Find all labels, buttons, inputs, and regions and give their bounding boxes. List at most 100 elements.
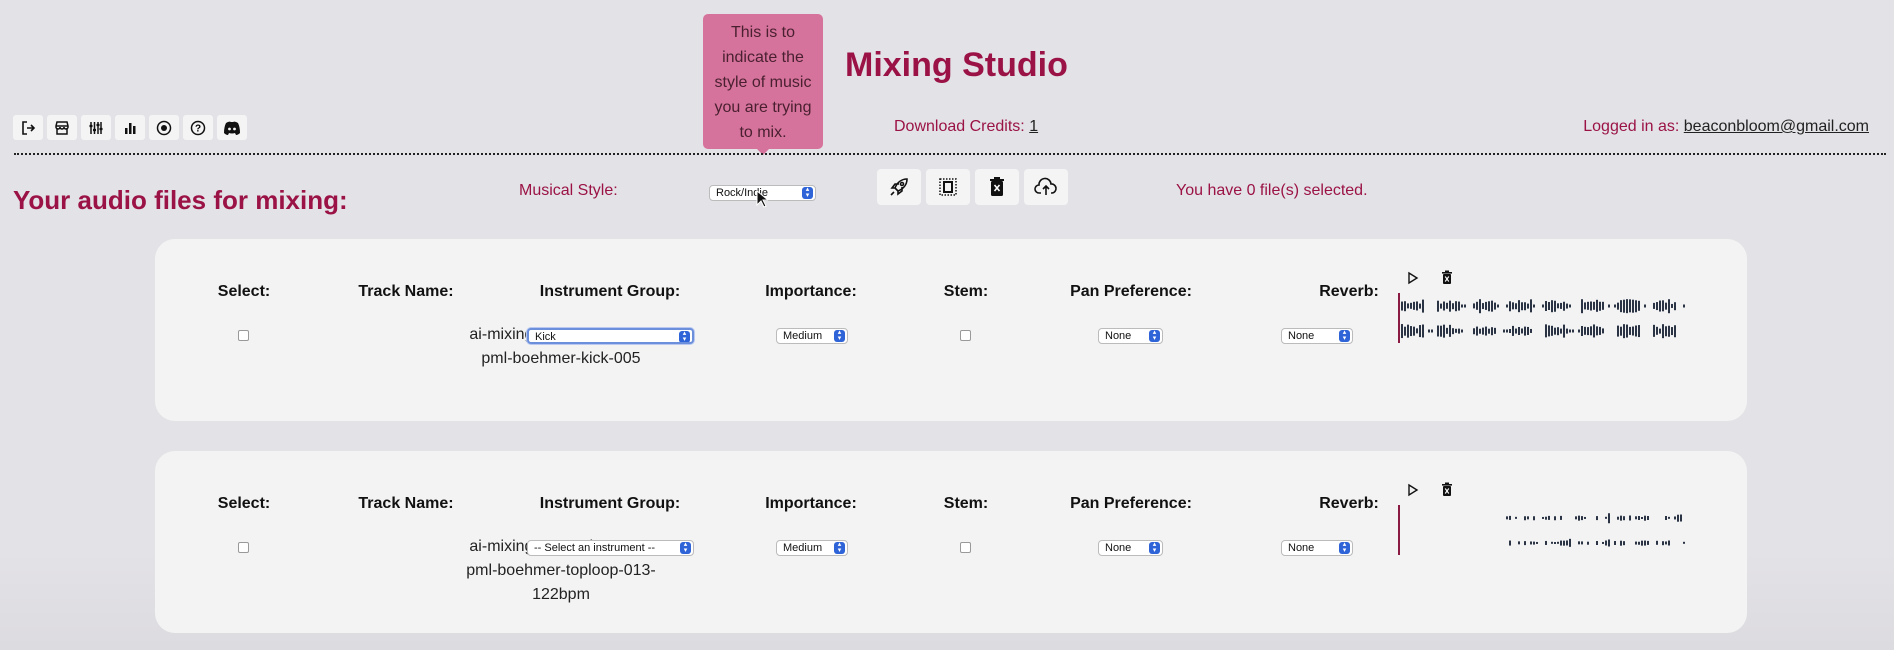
chart-icon[interactable] — [115, 115, 145, 140]
waveform-bar — [1656, 326, 1658, 336]
waveform-bar — [1584, 302, 1586, 310]
upload-cloud-icon[interactable] — [1024, 169, 1068, 205]
select-arrows-icon: ▴ ▾ — [1339, 541, 1350, 554]
waveform-bar — [1602, 328, 1604, 334]
waveform-bar — [1626, 324, 1628, 338]
waveform-bar — [1608, 539, 1610, 547]
waveform-bar — [1404, 326, 1406, 336]
waveform-bar — [1674, 325, 1676, 337]
importance-value: Medium — [783, 330, 823, 342]
pan-preference-header: Pan Preference: — [1070, 283, 1192, 300]
waveform-bar — [1509, 515, 1511, 521]
waveform-bar — [1638, 300, 1640, 312]
waveform-bar — [1662, 541, 1664, 545]
waveform-bar — [1509, 301, 1511, 311]
waveform-bar — [1641, 540, 1643, 546]
waveform-bar — [1563, 324, 1565, 338]
select-arrows-icon: ▴ ▾ — [834, 329, 845, 342]
waveform-bar — [1593, 324, 1595, 338]
select-checkbox[interactable] — [238, 330, 249, 341]
waveform-bar — [1566, 540, 1568, 546]
importance-select[interactable]: Medium ▴ ▾ — [776, 328, 848, 344]
user-email-link[interactable]: beaconbloom@gmail.com — [1684, 118, 1869, 135]
select-checkbox[interactable] — [238, 542, 249, 553]
reverb-select[interactable]: None ▴ ▾ — [1281, 540, 1353, 556]
waveform-channel-right — [1401, 324, 1691, 338]
waveform-bar — [1446, 327, 1448, 335]
waveform-bar — [1548, 515, 1550, 521]
track-name-header: Track Name: — [358, 283, 454, 300]
waveform-bar — [1485, 301, 1487, 311]
select-header: Select: — [217, 283, 271, 300]
stem-checkbox[interactable] — [960, 330, 971, 341]
pan-preference-select[interactable]: None ▴ ▾ — [1098, 540, 1163, 556]
waveform[interactable] — [1398, 277, 1698, 357]
waveform-bar — [1581, 299, 1583, 313]
logged-in-label: Logged in as: — [1583, 118, 1680, 135]
waveform-bar — [1545, 540, 1547, 546]
waveform-bar — [1401, 324, 1403, 338]
waveform-bar — [1665, 516, 1667, 520]
reverb-select[interactable]: None ▴ ▾ — [1281, 328, 1353, 344]
waveform-bar — [1524, 326, 1526, 336]
waveform-bar — [1530, 541, 1532, 545]
waveform-bar — [1569, 304, 1571, 308]
waveform-bar — [1602, 541, 1604, 545]
logout-icon[interactable] — [13, 115, 43, 140]
waveform-bar — [1449, 300, 1451, 312]
waveform-bar — [1473, 303, 1475, 309]
waveform[interactable] — [1398, 489, 1698, 569]
waveform-bar — [1578, 541, 1580, 545]
waveform-bar — [1518, 300, 1520, 312]
waveform-bar — [1599, 326, 1601, 336]
mixer-icon[interactable] — [81, 115, 111, 140]
help-icon[interactable]: ? — [183, 115, 213, 140]
download-credits-link[interactable]: 1 — [1029, 118, 1038, 135]
waveform-bar — [1656, 540, 1658, 546]
waveform-bar — [1638, 516, 1640, 520]
waveform-bar — [1440, 325, 1442, 337]
waveform-bar — [1617, 302, 1619, 310]
waveform-bar — [1416, 301, 1418, 311]
rocket-icon[interactable] — [877, 169, 921, 205]
waveform-bar — [1623, 299, 1625, 313]
waveform-bar — [1665, 326, 1667, 336]
waveform-bar — [1491, 300, 1493, 312]
store-icon[interactable] — [47, 115, 77, 140]
waveform-bar — [1572, 329, 1574, 333]
waveform-bar — [1512, 325, 1514, 337]
svg-text:?: ? — [195, 123, 201, 134]
waveform-bar — [1578, 329, 1580, 333]
waveform-bar — [1596, 326, 1598, 336]
waveform-bar — [1662, 324, 1664, 338]
waveform-bar — [1569, 329, 1571, 333]
waveform-bar — [1596, 299, 1598, 313]
waveform-bar — [1659, 328, 1661, 334]
importance-select[interactable]: Medium ▴ ▾ — [776, 540, 848, 556]
instrument-group-header: Instrument Group: — [539, 283, 681, 300]
waveform-bar — [1413, 301, 1415, 311]
waveform-bar — [1581, 326, 1583, 336]
waveform-bar — [1515, 328, 1517, 334]
playhead[interactable] — [1398, 505, 1400, 555]
discord-icon[interactable] — [217, 115, 247, 140]
instrument-group-select[interactable]: Kick ▴ ▾ — [527, 328, 694, 344]
waveform-bar — [1443, 324, 1445, 338]
waveform-bar — [1647, 540, 1649, 546]
playhead[interactable] — [1398, 293, 1400, 343]
instrument-group-select[interactable]: -- Select an instrument -- ▴ ▾ — [527, 540, 694, 556]
record-icon[interactable] — [149, 115, 179, 140]
waveform-bar — [1620, 540, 1622, 546]
pan-preference-select[interactable]: None ▴ ▾ — [1098, 328, 1163, 344]
select-all-icon[interactable] — [926, 169, 970, 205]
waveform-bar — [1554, 516, 1556, 520]
delete-icon[interactable] — [975, 169, 1019, 205]
waveform-bar — [1458, 301, 1460, 311]
waveform-bar — [1488, 301, 1490, 311]
waveform-bar — [1482, 303, 1484, 309]
waveform-bar — [1419, 325, 1421, 337]
waveform-bar — [1521, 328, 1523, 334]
waveform-bar — [1614, 304, 1616, 308]
stem-checkbox[interactable] — [960, 542, 971, 553]
reverb-header: Reverb: — [1319, 283, 1379, 300]
